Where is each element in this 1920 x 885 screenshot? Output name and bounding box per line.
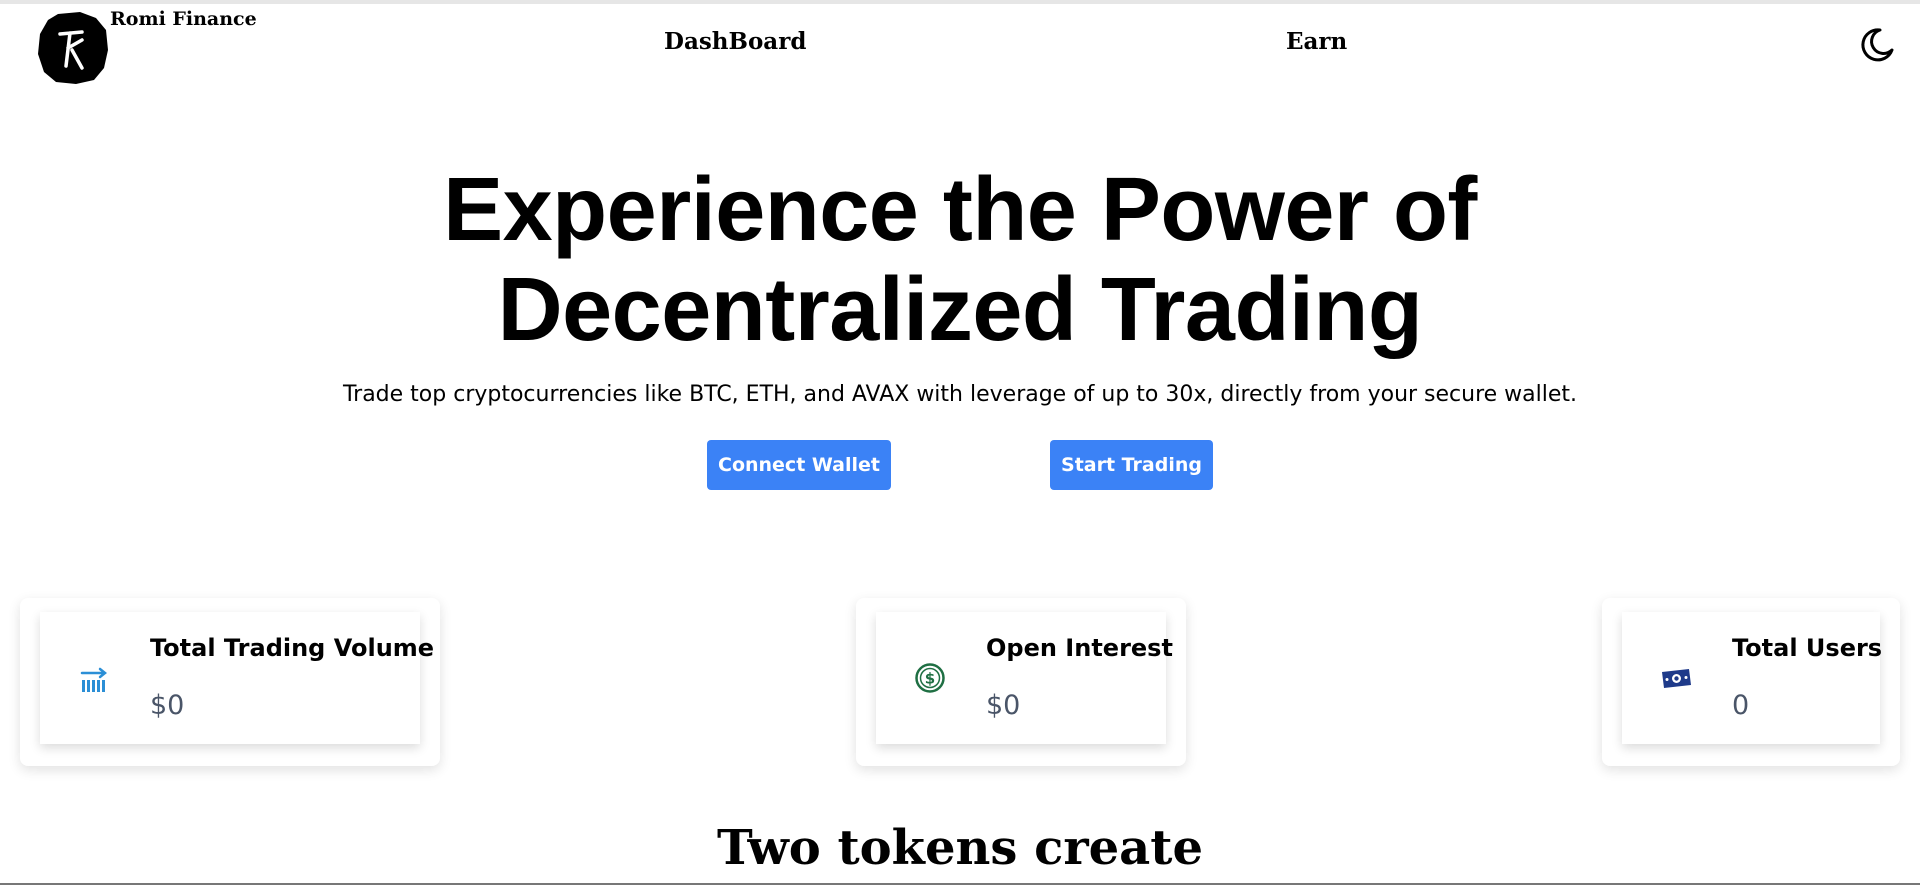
stat-value-open-interest: $0 bbox=[986, 690, 1021, 721]
money-bill-icon bbox=[1662, 669, 1691, 688]
romi-logo-icon[interactable] bbox=[36, 10, 110, 86]
stat-value-total-users: 0 bbox=[1732, 690, 1750, 721]
hero-title-line-1: Experience the Power of bbox=[443, 160, 1477, 260]
hero-title: Experience the Power of Decentralized Tr… bbox=[0, 160, 1920, 360]
hero-subtitle: Trade top cryptocurrencies like BTC, ETH… bbox=[342, 382, 1578, 407]
nav-dashboard-link[interactable]: DashBoard bbox=[664, 28, 806, 55]
svg-text:$: $ bbox=[925, 670, 935, 688]
brand-name: Romi Finance bbox=[110, 8, 257, 30]
stat-value-trading-volume: $0 bbox=[150, 690, 185, 721]
hero-title-line-2: Decentralized Trading bbox=[497, 260, 1423, 360]
start-trading-button[interactable]: Start Trading bbox=[1050, 440, 1213, 490]
page: Romi Finance DashBoard Earn Experience t… bbox=[0, 0, 1920, 885]
stat-label-open-interest: Open Interest bbox=[986, 634, 1173, 662]
stat-label-total-users: Total Users bbox=[1732, 634, 1883, 662]
moon-icon[interactable] bbox=[1858, 26, 1896, 64]
nav-earn-link[interactable]: Earn bbox=[1286, 28, 1347, 55]
trading-volume-icon bbox=[80, 667, 108, 692]
top-divider bbox=[0, 0, 1920, 4]
connect-wallet-button[interactable]: Connect Wallet bbox=[707, 440, 891, 490]
tokens-section-heading: Two tokens create bbox=[717, 820, 1203, 876]
stat-label-trading-volume: Total Trading Volume bbox=[150, 634, 435, 662]
dollar-coin-icon: $ bbox=[915, 663, 945, 693]
